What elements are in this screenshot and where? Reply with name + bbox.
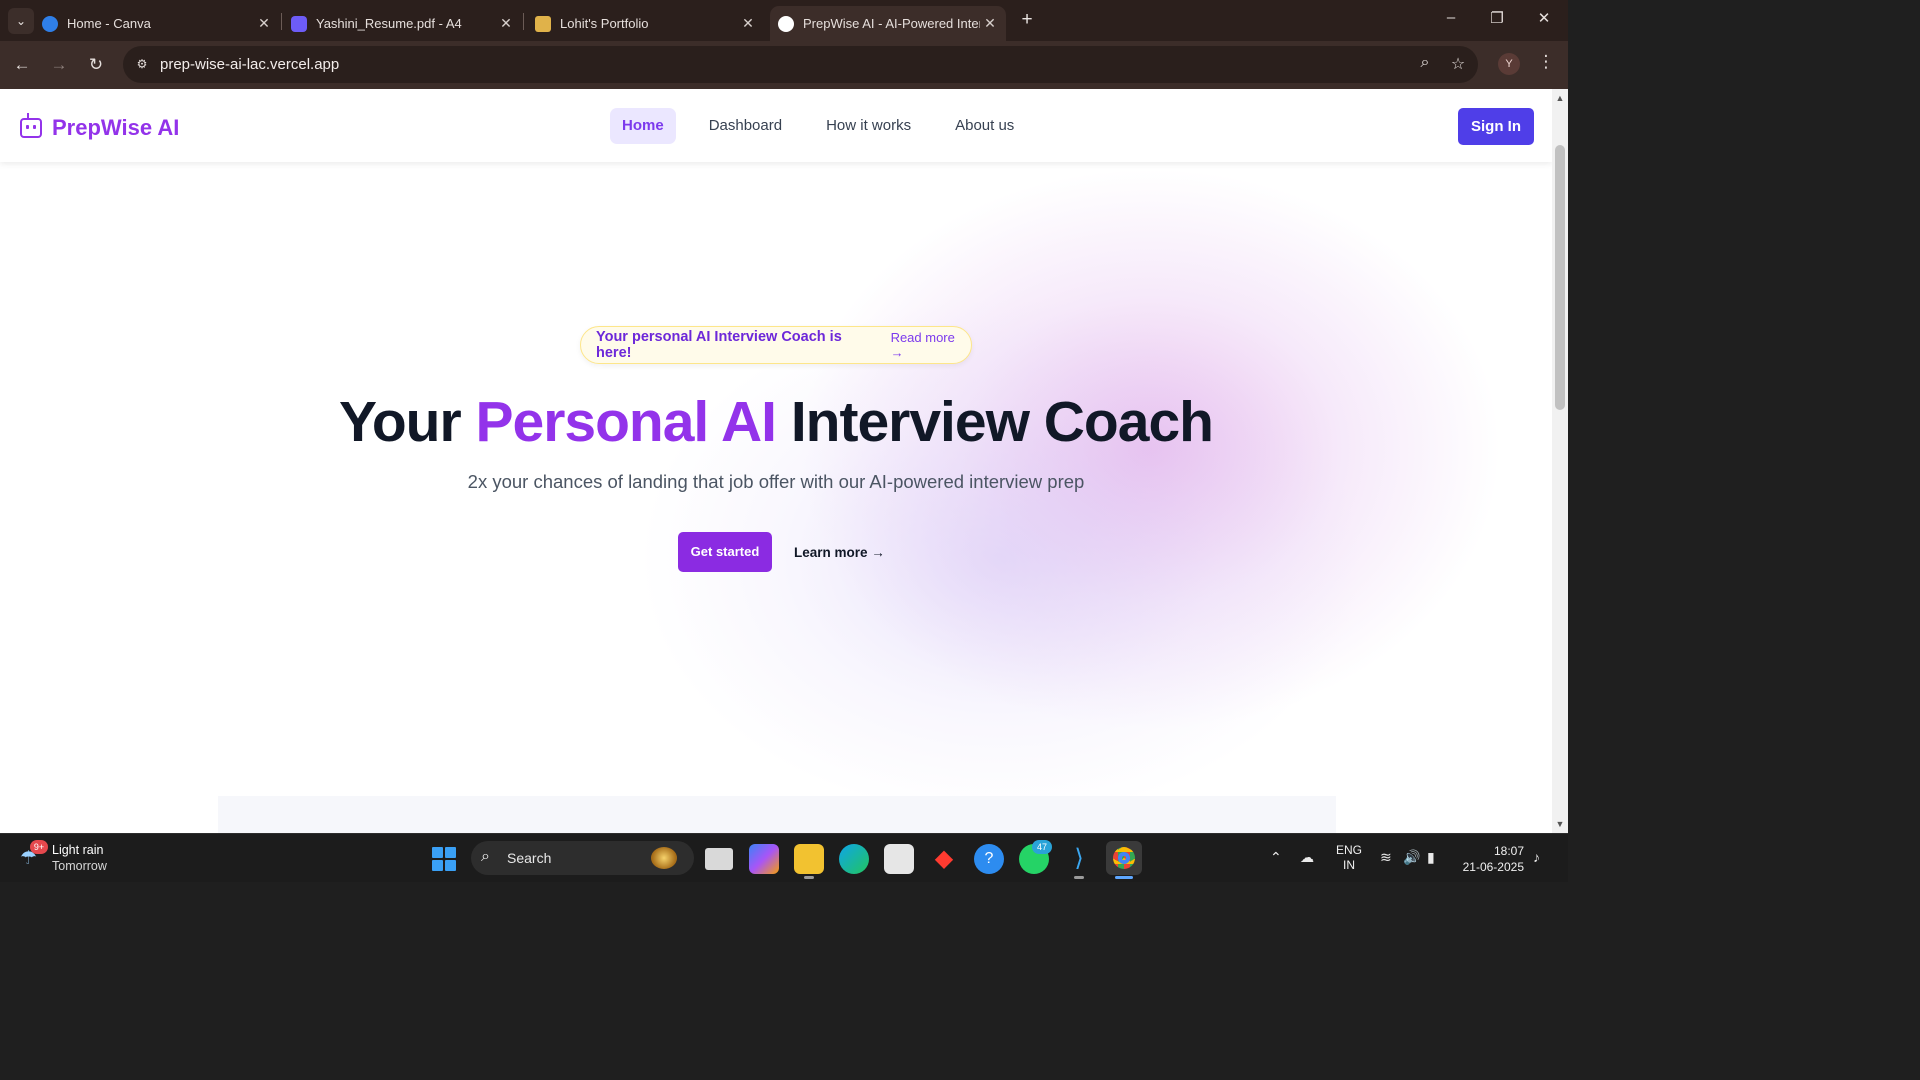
taskbar-search[interactable]: ⌕ Search: [471, 841, 694, 875]
nav-dashboard[interactable]: Dashboard: [697, 108, 794, 144]
nav-home[interactable]: Home: [610, 108, 676, 144]
canva-icon: [42, 15, 58, 32]
battery-icon[interactable]: ▮: [1427, 849, 1435, 866]
language-line1: ENG: [1336, 843, 1363, 857]
minimize-icon[interactable]: –: [1440, 9, 1462, 26]
volume-icon[interactable]: 🔊: [1403, 849, 1420, 866]
close-tab-icon[interactable]: ✕: [980, 15, 1000, 32]
windows-taskbar: ☂ 9+ Light rain Tomorrow ⌕ Search ◆ ? 47…: [0, 833, 1568, 882]
prepwise-icon: [778, 15, 794, 32]
clock-time: 18:07: [1493, 844, 1524, 858]
tab-resume-pdf[interactable]: Yashini_Resume.pdf - A4 ✕: [291, 6, 516, 41]
browser-menu-icon[interactable]: ⋮: [1536, 52, 1556, 72]
brand-name: PrepWise AI: [52, 115, 180, 140]
close-window-icon[interactable]: ✕: [1533, 9, 1555, 27]
search-highlight-icon: [651, 847, 677, 869]
hero-title: Your Personal AI Interview Coach: [0, 389, 1552, 455]
announcement-text: Your personal AI Interview Coach is here…: [596, 329, 842, 361]
zoom-icon[interactable]: ⌕: [1414, 54, 1436, 72]
task-view-icon[interactable]: [705, 848, 733, 870]
brand-logo[interactable]: PrepWise AI: [20, 113, 180, 141]
site-header: PrepWise AI Home Dashboard How it works …: [0, 89, 1552, 162]
site-info-icon[interactable]: ⚙: [129, 51, 155, 77]
active-indicator: [1115, 876, 1133, 879]
scroll-up-arrow-icon[interactable]: ▲: [1552, 91, 1568, 105]
robot-eye: [33, 125, 36, 129]
notification-bell-icon[interactable]: ♪: [1533, 849, 1540, 865]
forward-icon[interactable]: →: [47, 53, 71, 77]
address-bar[interactable]: ⚙ prep-wise-ai-lac.vercel.app ⌕ ☆: [123, 46, 1478, 83]
restore-icon[interactable]: ❐: [1486, 9, 1508, 27]
learn-more-link[interactable]: Learn more →: [794, 545, 885, 560]
section-preview: [218, 796, 1336, 833]
tab-prepwise[interactable]: PrepWise AI - AI-Powered Inter ✕: [770, 6, 1006, 41]
scroll-down-arrow-icon[interactable]: ▼: [1552, 817, 1568, 831]
nav-about-us[interactable]: About us: [943, 108, 1026, 144]
system-clock[interactable]: 18:07 21-06-2025: [1450, 843, 1524, 875]
weather-condition[interactable]: Light rain: [52, 843, 103, 857]
language-indicator[interactable]: ENG IN: [1336, 843, 1362, 873]
microsoft-store-icon[interactable]: [884, 844, 914, 874]
wifi-icon[interactable]: ≋: [1380, 849, 1392, 866]
whatsapp-badge: 47: [1032, 840, 1052, 854]
tab-canva-home[interactable]: Home - Canva ✕: [42, 6, 274, 41]
browser-toolbar: ← → ↻ ⚙ prep-wise-ai-lac.vercel.app ⌕ ☆ …: [0, 41, 1568, 89]
hero-title-end: Interview Coach: [790, 390, 1214, 454]
page-scrollbar[interactable]: ▲ ▼: [1552, 89, 1568, 833]
clock-date: 21-06-2025: [1462, 860, 1524, 874]
edge-icon[interactable]: [839, 844, 869, 874]
robot-icon: [20, 113, 42, 138]
search-icon: ⌕: [481, 848, 490, 865]
bookmark-star-icon[interactable]: ☆: [1447, 54, 1469, 74]
tab-separator: [523, 13, 524, 30]
onedrive-icon[interactable]: ☁: [1300, 849, 1314, 866]
get-started-button[interactable]: Get started: [678, 532, 772, 572]
hero-title-start: Your: [339, 390, 462, 454]
anydesk-icon[interactable]: ◆: [929, 844, 959, 874]
close-tab-icon[interactable]: ✕: [738, 15, 758, 32]
chrome-icon: [1113, 847, 1135, 869]
back-icon[interactable]: ←: [10, 53, 34, 77]
tab-search-menu-button[interactable]: ⌄: [8, 8, 34, 34]
weather-when[interactable]: Tomorrow: [52, 859, 107, 873]
sign-in-button[interactable]: Sign In: [1458, 108, 1534, 145]
language-line2: IN: [1343, 858, 1355, 872]
nav-how-it-works[interactable]: How it works: [814, 108, 923, 144]
browser-tab-bar: ⌄ Home - Canva ✕ Yashini_Resume.pdf - A4…: [0, 0, 1568, 41]
reload-icon[interactable]: ↻: [84, 53, 108, 77]
vscode-icon[interactable]: ⟩: [1064, 844, 1094, 874]
canva-doc-icon: [291, 15, 307, 32]
main-nav: Home Dashboard How it works About us: [610, 108, 1026, 144]
portfolio-icon: [535, 15, 551, 32]
read-more-link[interactable]: Read more →: [891, 330, 971, 360]
search-placeholder: Search: [507, 850, 552, 866]
page-viewport: PrepWise AI Home Dashboard How it works …: [0, 89, 1552, 833]
get-help-icon[interactable]: ?: [974, 844, 1004, 874]
copilot-icon[interactable]: [749, 844, 779, 874]
new-tab-button[interactable]: +: [1017, 9, 1037, 31]
running-indicator: [1074, 876, 1084, 879]
announcement-pill[interactable]: Your personal AI Interview Coach is here…: [580, 326, 972, 364]
profile-avatar[interactable]: Y: [1498, 53, 1520, 75]
scroll-thumb[interactable]: [1555, 145, 1565, 410]
file-explorer-icon[interactable]: [794, 844, 824, 874]
robot-eye: [26, 125, 29, 129]
tab-separator: [281, 13, 282, 30]
url-text[interactable]: prep-wise-ai-lac.vercel.app: [160, 56, 339, 73]
notification-badge: 9+: [30, 840, 48, 854]
tab-lohit-portfolio[interactable]: Lohit's Portfolio ✕: [535, 6, 758, 41]
chrome-button[interactable]: [1106, 841, 1142, 875]
show-hidden-icons-icon[interactable]: ⌃: [1270, 849, 1282, 866]
close-tab-icon[interactable]: ✕: [496, 15, 516, 32]
running-indicator: [804, 876, 814, 879]
hero-subtitle: 2x your chances of landing that job offe…: [467, 471, 1085, 492]
hero-title-highlight: Personal AI: [475, 390, 776, 454]
windows-start-icon[interactable]: [432, 847, 456, 871]
close-tab-icon[interactable]: ✕: [254, 15, 274, 32]
